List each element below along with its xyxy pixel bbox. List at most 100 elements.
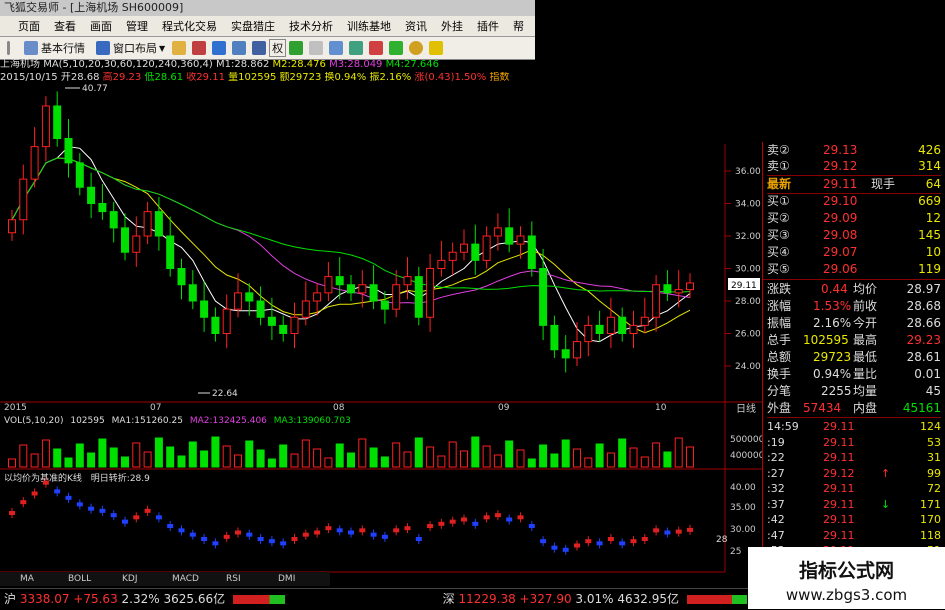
indicator-candle	[31, 491, 38, 496]
back-button[interactable]	[0, 41, 17, 55]
ma10-line	[11, 157, 691, 334]
tick-time: :42	[767, 513, 785, 526]
last-price: 29.11	[823, 177, 858, 191]
bid-4-volume: 10	[925, 245, 941, 259]
chart-icon[interactable]	[252, 41, 267, 55]
volume-bar	[75, 443, 84, 468]
indicator-candle	[9, 511, 15, 515]
detail-trades-label: 分笔	[767, 384, 792, 398]
indicator-candle	[664, 530, 671, 535]
candle-up	[324, 276, 333, 294]
volume-bar	[663, 451, 672, 468]
tab-dmi[interactable]: DMI	[278, 572, 295, 586]
index-link[interactable]: 指数	[489, 72, 509, 83]
volume-bar	[482, 445, 491, 468]
indicator-candle	[99, 508, 106, 513]
indicator-candle	[641, 537, 648, 541]
candle-up	[448, 251, 457, 261]
tick-time: 14:59	[767, 420, 799, 433]
tick-row: :47 29.11 118	[767, 528, 941, 544]
ask-2-label: 卖②	[767, 143, 790, 157]
ask-row-1: 卖① 29.12 314	[767, 158, 941, 175]
tick-time: :32	[767, 482, 785, 495]
candle-down	[347, 284, 355, 294]
menu-plugins[interactable]: 插件	[470, 18, 506, 34]
formula-icon[interactable]	[289, 41, 304, 55]
period-label[interactable]: 日线	[736, 402, 756, 415]
candle-turnover: 换0.94%	[324, 72, 367, 83]
basic-quote-button[interactable]: 基本行情	[17, 40, 89, 56]
crosshair-icon[interactable]	[212, 41, 227, 55]
volume-bar	[53, 448, 62, 468]
arrows-icon[interactable]	[192, 41, 207, 55]
kline-chart[interactable]: 36.00 34.00 32.00 30.00 28.00 26.00 24.00 40.7…	[0, 84, 762, 588]
flag-icon[interactable]	[389, 41, 404, 55]
tick-price: 29.11	[823, 451, 855, 464]
candle-down	[121, 227, 129, 253]
tick-row: :19 29.11 53	[767, 435, 941, 451]
indicator-candle	[155, 515, 162, 520]
detail-row-outer-inner: 外盘 57434 内盘 45161	[767, 400, 941, 418]
menu-technical-analysis[interactable]: 技术分析	[282, 18, 340, 34]
indicator-tabs: MA BOLL KDJ MACD RSI DMI	[0, 572, 330, 586]
bid-row-5: 买⑤ 29.06 119	[767, 261, 941, 278]
tick-volume: 72	[927, 482, 941, 495]
window-layout-button[interactable]: 窗口布局 ▼	[89, 40, 169, 56]
volume-bar	[629, 447, 638, 468]
volume-bar	[550, 453, 559, 468]
volume-bar	[595, 443, 604, 468]
tab-rsi[interactable]: RSI	[226, 572, 241, 586]
menu-plugins-ext[interactable]: 外挂	[434, 18, 470, 34]
menu-help[interactable]: 帮	[506, 18, 531, 34]
menu-view[interactable]: 查看	[47, 18, 83, 34]
menu-live-trading[interactable]: 实盘猎庄	[224, 18, 282, 34]
detail-row-turnover: 换手 0.94% 量比 0.01	[767, 366, 941, 383]
volume-bar	[132, 442, 141, 468]
table-icon[interactable]	[232, 41, 247, 55]
candle-up	[482, 235, 491, 261]
detail-pct-label: 涨幅	[767, 299, 792, 313]
ind-tick-35: 35.00	[730, 503, 756, 513]
indicator-candle	[630, 539, 637, 544]
menu-screen[interactable]: 画面	[83, 18, 119, 34]
candle-up	[222, 308, 231, 334]
alert-icon[interactable]	[429, 41, 444, 55]
sz-change: +327.90	[519, 592, 572, 606]
pen-icon[interactable]	[309, 41, 324, 55]
candle-up	[8, 219, 16, 234]
ask-2-price: 29.13	[823, 143, 858, 157]
menu-program-trading[interactable]: 程式化交易	[155, 18, 224, 34]
tab-ma[interactable]: MA	[20, 572, 34, 586]
folder-icon[interactable]	[172, 41, 187, 55]
menu-bar: 页面 查看 画面 管理 程式化交易 实盘猎庄 技术分析 训练基地 资讯 外挂 插…	[0, 16, 535, 37]
tab-kdj[interactable]: KDJ	[122, 572, 138, 586]
detail-high-value: 29.23	[906, 333, 941, 347]
volume-bar	[369, 447, 378, 468]
tab-boll[interactable]: BOLL	[68, 572, 91, 586]
candle-down	[279, 324, 288, 334]
tick-price: 29.11	[823, 420, 855, 433]
tick-time: :19	[767, 435, 785, 449]
menu-page[interactable]: 页面	[0, 18, 47, 34]
volume-header: VOL(5,10,20) 102595 MA1:151260.25 MA2:13…	[4, 416, 351, 426]
indicator-candle	[438, 521, 445, 526]
indicator-candle	[381, 534, 388, 539]
sh-change: +75.63	[73, 592, 118, 606]
candle-up	[403, 276, 412, 286]
candle-low: 低28.61	[144, 72, 184, 83]
volume-bar	[234, 454, 242, 468]
tick-price: 29.12	[823, 466, 855, 480]
rights-button[interactable]: 权	[269, 39, 287, 57]
tick-volume: 171	[920, 497, 941, 511]
stats-icon[interactable]	[329, 41, 344, 55]
bar-chart-icon[interactable]	[369, 41, 384, 55]
volume-ma3: MA3:139060.703	[274, 416, 351, 426]
menu-info[interactable]: 资讯	[398, 18, 434, 34]
volume-bar	[166, 446, 175, 468]
tick-volume: 170	[920, 513, 941, 526]
menu-training[interactable]: 训练基地	[340, 18, 398, 34]
menu-manage[interactable]: 管理	[119, 18, 155, 34]
line-chart-icon[interactable]	[349, 41, 364, 55]
tab-macd[interactable]: MACD	[172, 572, 199, 586]
settings-icon[interactable]	[409, 41, 424, 55]
